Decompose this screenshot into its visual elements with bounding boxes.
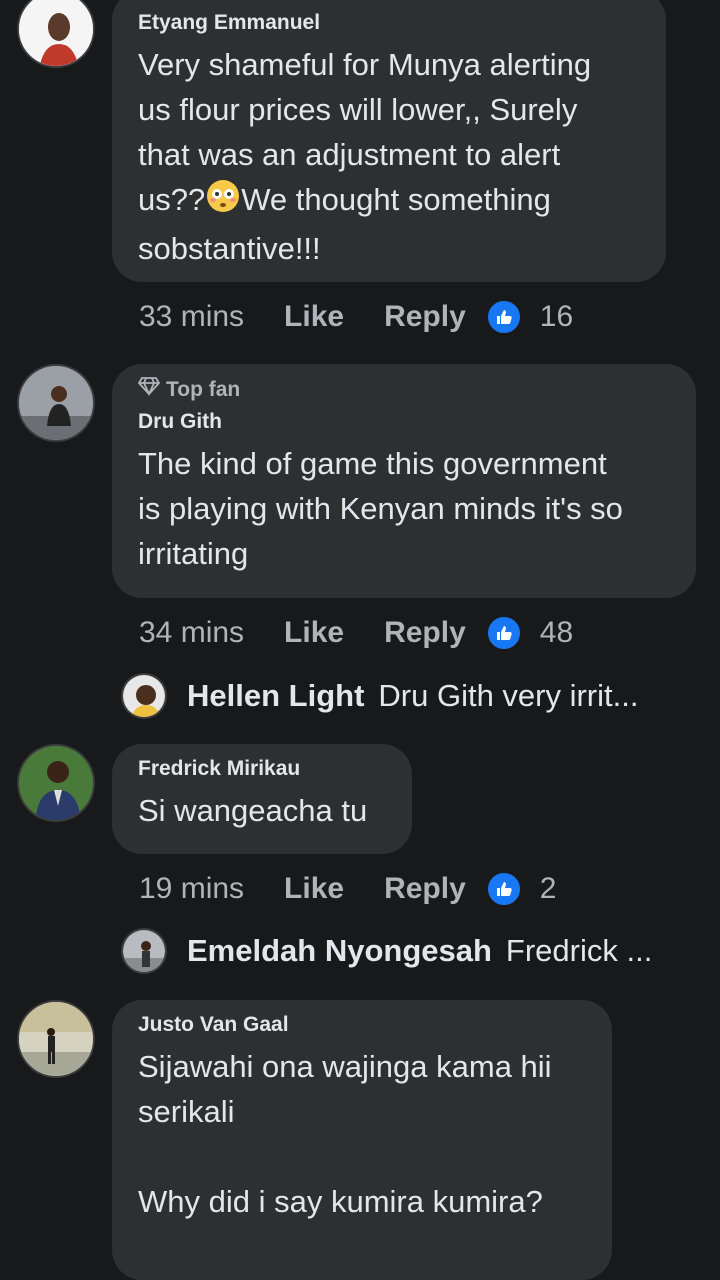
reply-button[interactable]: Reply	[384, 872, 466, 906]
flushed-face-emoji	[205, 178, 241, 226]
avatar[interactable]	[17, 364, 95, 442]
avatar[interactable]	[17, 0, 95, 68]
like-thumb-icon[interactable]	[485, 615, 522, 651]
like-button[interactable]: Like	[284, 872, 344, 906]
comment-author[interactable]: Fredrick Mirikau	[138, 756, 386, 782]
avatar[interactable]	[17, 1000, 95, 1078]
comment-time[interactable]: 33 mins	[139, 300, 244, 334]
top-fan-badge: Top fan	[137, 376, 670, 403]
reaction-count[interactable]: 48	[540, 616, 573, 650]
comment-text: Very shameful for Munya alerting us flou…	[138, 47, 592, 266]
reaction-count[interactable]: 16	[540, 300, 573, 334]
reply-button[interactable]: Reply	[384, 616, 466, 650]
comment-author[interactable]: Etyang Emmanuel	[138, 10, 640, 36]
comment-bubble: Etyang Emmanuel Very shameful for Munya …	[112, 0, 666, 282]
comment-text: The kind of game this government is play…	[138, 446, 623, 571]
like-button[interactable]: Like	[284, 300, 344, 334]
reply-text: Dru Gith very irrit...	[378, 678, 639, 713]
reply-button[interactable]: Reply	[384, 300, 466, 334]
diamond-icon	[137, 376, 161, 403]
comment-author[interactable]: Dru Gith	[138, 409, 670, 435]
comment-bubble: Fredrick Mirikau Si wangeacha tu	[112, 744, 412, 854]
comment-bubble: Top fan Dru Gith The kind of game this g…	[112, 364, 696, 598]
like-button[interactable]: Like	[284, 616, 344, 650]
comment-text: Si wangeacha tu	[138, 793, 368, 828]
comment-meta: 34 mins Like Reply 48	[139, 613, 573, 653]
reply-preview[interactable]: Emeldah Nyongesah Fredrick ...	[121, 926, 652, 976]
comment-meta: 33 mins Like Reply 16	[139, 297, 573, 337]
reply-preview[interactable]: Hellen Light Dru Gith very irrit...	[121, 671, 638, 721]
reply-author[interactable]: Emeldah Nyongesah	[187, 933, 492, 969]
comment-meta: 19 mins Like Reply 2	[139, 869, 556, 909]
avatar[interactable]	[17, 744, 95, 822]
comment-author[interactable]: Justo Van Gaal	[138, 1012, 586, 1038]
like-thumb-icon[interactable]	[485, 299, 522, 335]
comment-time[interactable]: 34 mins	[139, 616, 244, 650]
comment-text: Sijawahi ona wajinga kama hii serikali W…	[138, 1049, 552, 1219]
comment-bubble: Justo Van Gaal Sijawahi ona wajinga kama…	[112, 1000, 612, 1280]
reply-author[interactable]: Hellen Light	[187, 678, 364, 714]
avatar	[121, 928, 167, 974]
avatar	[121, 673, 167, 719]
like-thumb-icon[interactable]	[485, 871, 522, 907]
comment-time[interactable]: 19 mins	[139, 872, 244, 906]
reply-text: Fredrick ...	[505, 933, 653, 968]
reaction-count[interactable]: 2	[540, 872, 557, 906]
